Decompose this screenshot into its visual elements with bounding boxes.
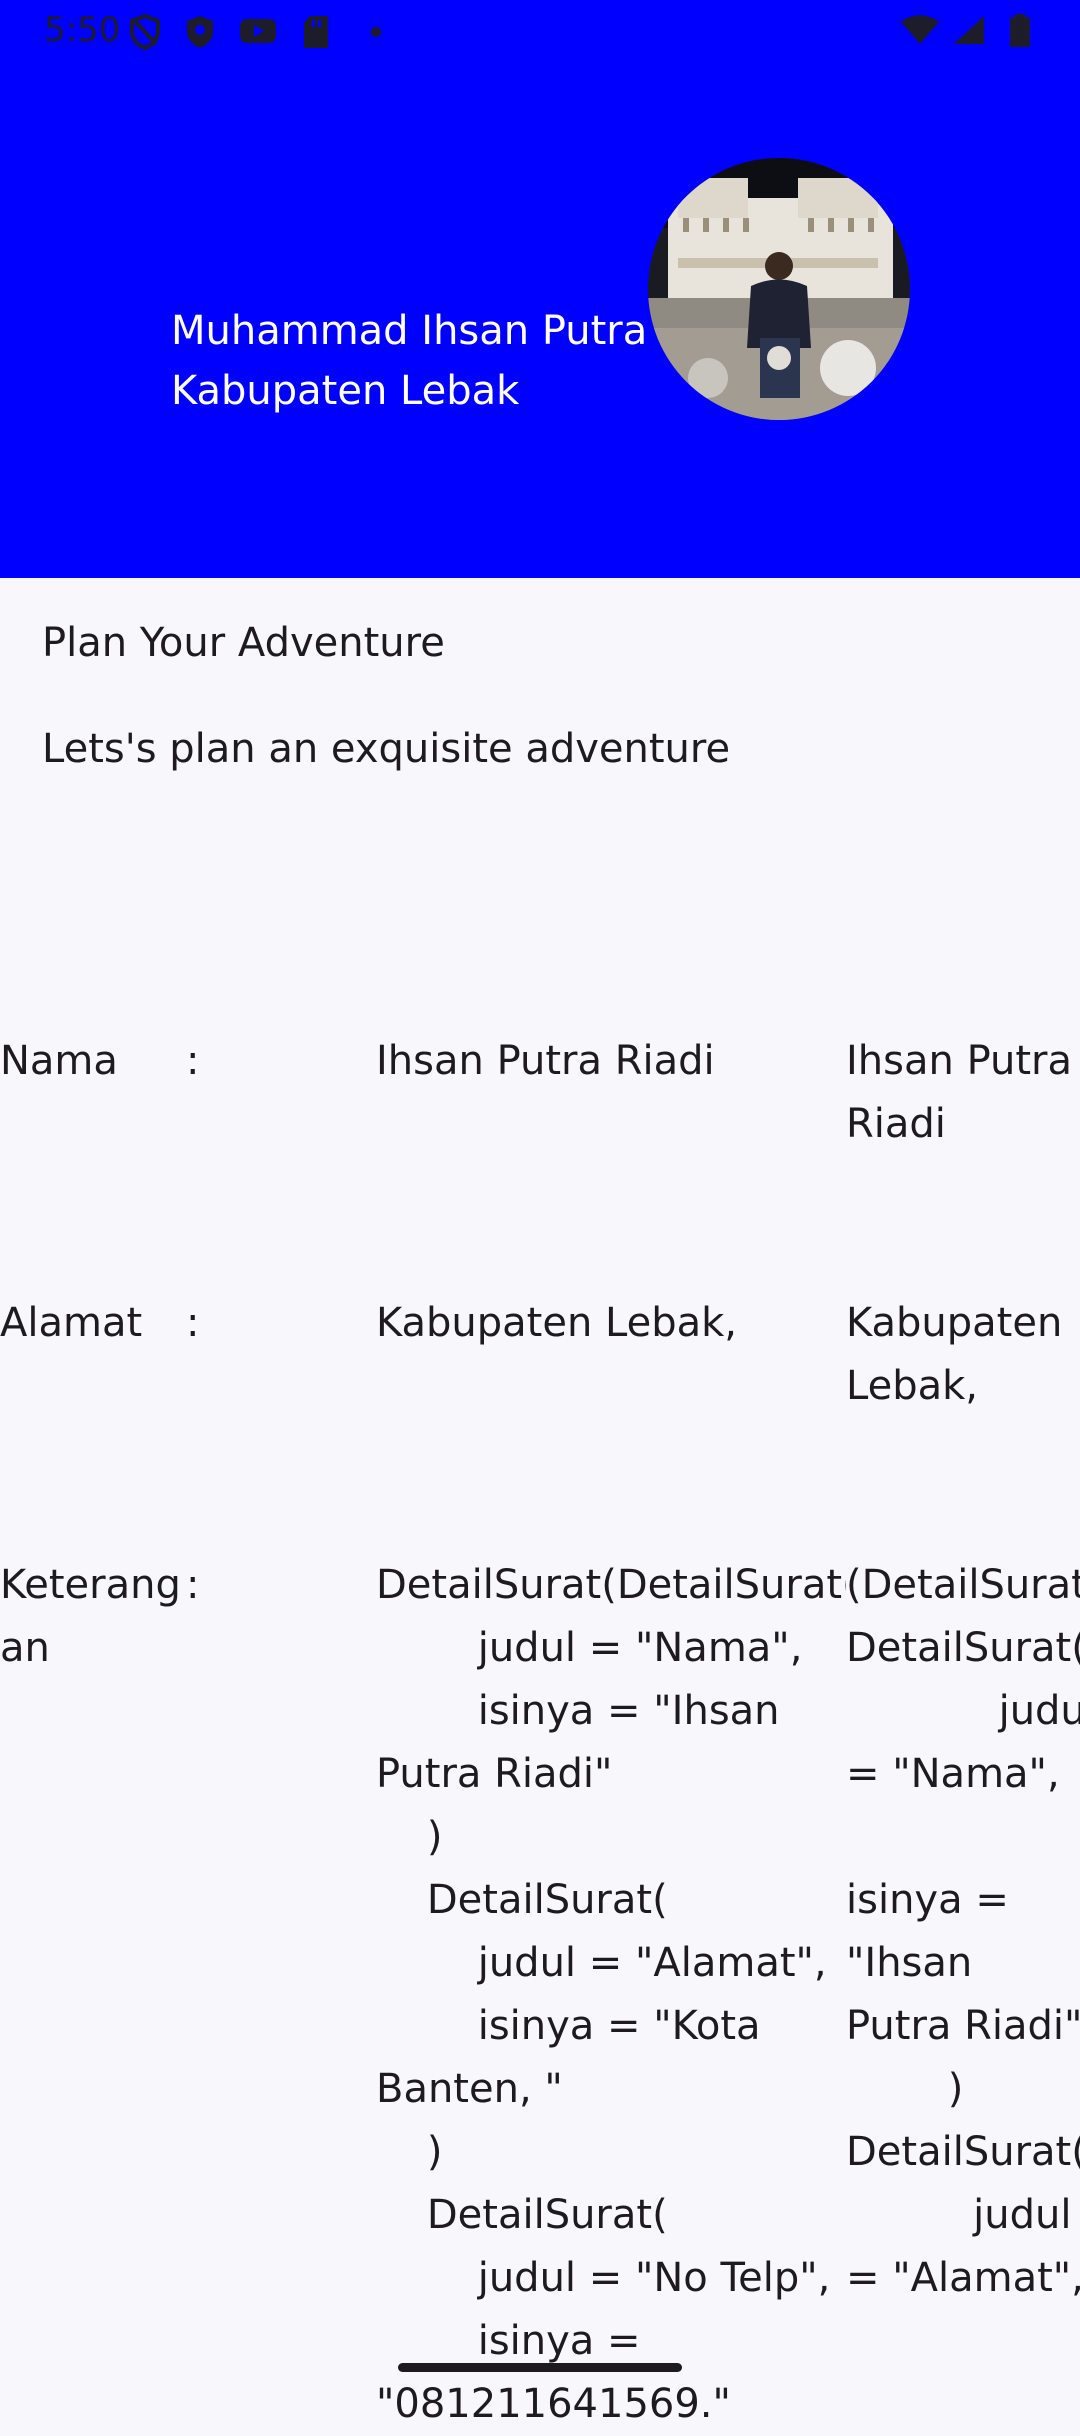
page-title: Plan Your Adventure (42, 620, 445, 666)
shield-icon (130, 14, 160, 50)
detail-value: Ihsan Putra Riadi (376, 1038, 715, 1084)
battery-icon (1010, 14, 1030, 47)
detail-label: Alamat (0, 1300, 143, 1346)
profile-location: Kabupaten Lebak (171, 368, 520, 414)
signal-icon (954, 16, 984, 44)
shield-filled-icon (187, 16, 213, 48)
detail-colon: : (186, 1300, 200, 1346)
main-content: Plan Your Adventure Lets's plan an exqui… (0, 578, 1080, 2427)
detail-colon: : (186, 1562, 200, 1608)
detail-label: Nama (0, 1038, 118, 1084)
profile-photo (648, 158, 910, 420)
status-time: 5:50 (44, 10, 121, 50)
detail-label: Keterang an (0, 1562, 180, 1671)
profile-name: Muhammad Ihsan Putra (171, 308, 648, 354)
status-bar: 5:50 (0, 0, 1080, 62)
detail-value: Kabupaten Lebak, (376, 1300, 738, 1346)
page-subtitle: Lets's plan an exquisite adventure (42, 726, 731, 772)
youtube-icon (240, 19, 276, 43)
detail-value-2: (DetailSurat( DetailSurat( judul = "Nama… (846, 1562, 1080, 2301)
profile-header: 5:50 Muhammad Ihsan Putra Kabupaten Leba… (0, 0, 1080, 578)
profile-avatar (648, 158, 910, 420)
detail-colon: : (186, 1038, 200, 1084)
detail-value: DetailSurat(DetailSurat( judul = "Nama",… (376, 1562, 846, 2427)
sd-card-icon (304, 16, 328, 48)
detail-value-2: Kabupaten Lebak, (846, 1300, 1063, 1409)
detail-value-2: Ihsan Putra Riadi (846, 1038, 1072, 1147)
home-indicator[interactable] (398, 2363, 682, 2372)
wifi-icon (901, 15, 939, 44)
dot-icon (371, 27, 381, 37)
